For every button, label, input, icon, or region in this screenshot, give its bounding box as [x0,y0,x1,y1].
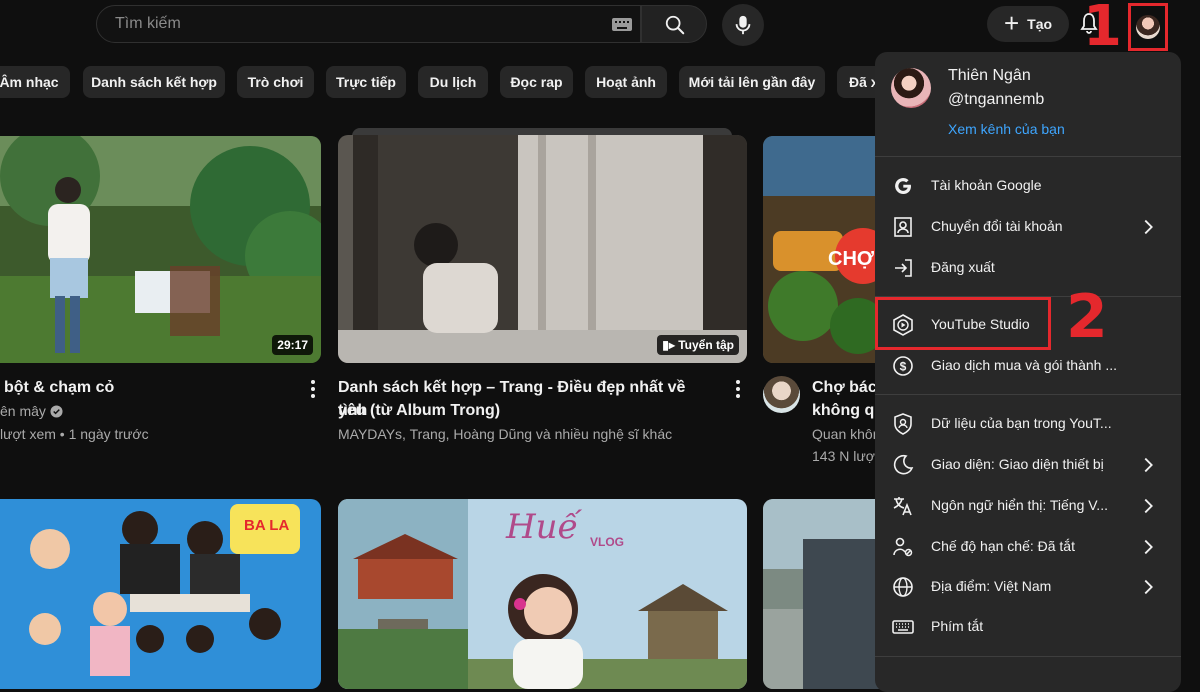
account-avatar-button[interactable] [1128,3,1168,51]
translate-icon [893,497,912,516]
menu-item-sign-out[interactable]: Đăng xuất [875,248,1181,288]
menu-item-label: Ngôn ngữ hiển thị: Tiếng V... [931,497,1108,513]
divider [875,156,1181,157]
playlist-thumbnail[interactable]: ▮▸ Tuyển tập [338,135,747,363]
account-name: Thiên Ngân [948,67,1031,84]
video-title-line2[interactable]: không qu [812,399,884,422]
verified-icon [50,405,63,418]
highlight-box [875,297,1051,350]
chip-music[interactable]: Âm nhạc [0,66,70,98]
chip-mix[interactable]: Danh sách kết hợp [83,66,225,98]
menu-item-shortcuts[interactable]: Phím tắt [875,607,1181,647]
menu-item-purchases[interactable]: $ Giao dịch mua và gói thành ... [875,346,1181,386]
avatar [1136,15,1160,39]
video-channel[interactable]: Quan khôn [812,424,881,444]
more-options-icon[interactable] [311,380,315,398]
dollar-icon: $ [893,356,913,376]
chip-live[interactable]: Trực tiếp [326,66,406,98]
video-artists: MAYDAYs, Trang, Hoàng Dũng và nhiều nghệ… [338,426,673,442]
video-thumbnail[interactable]: BA LA [0,499,321,689]
step-number-2: 2 [1066,282,1108,352]
menu-item-switch-account[interactable]: Chuyển đổi tài khoản [875,207,1181,247]
video-thumbnail[interactable]: Huế VLOG [338,499,747,689]
menu-avatar [891,68,931,108]
menu-item-label: Địa điểm: Việt Nam [931,578,1052,594]
microphone-icon [735,15,751,35]
account-menu: Thiên Ngân @tngannemb Xem kênh của bạn T… [875,52,1181,692]
video-title[interactable]: bột & chạm cỏ [4,376,294,399]
shield-person-icon [894,413,912,435]
switch-account-icon [894,217,912,237]
keyboard-icon [892,620,914,634]
sign-out-icon [895,259,912,277]
menu-item-location[interactable]: Địa điểm: Việt Nam [875,567,1181,607]
chip-travel[interactable]: Du lịch [418,66,488,98]
google-icon [895,178,911,195]
more-options-icon[interactable] [736,380,740,398]
menu-item-label: Đăng xuất [931,259,995,275]
thumbnail-subtitle-text: VLOG [590,535,625,549]
create-button[interactable]: + Tạo [987,6,1069,42]
keyboard-icon[interactable] [612,18,632,31]
view-channel-link[interactable]: Xem kênh của bạn [948,121,1065,137]
menu-item-label: Giao dịch mua và gói thành ... [931,357,1117,373]
menu-item-label: Chế độ hạn chế: Đã tắt [931,538,1075,554]
menu-item-appearance[interactable]: Giao diện: Giao diện thiết bị [875,445,1181,485]
video-stats: lượt xem • 1 ngày trước [0,426,149,442]
divider [875,394,1181,395]
thumbnail-text: CHỢ [828,248,874,270]
create-label: Tạo [1027,16,1053,32]
restricted-icon [893,537,913,557]
menu-item-label: Dữ liệu của bạn trong YouT... [931,415,1112,431]
chip-rap[interactable]: Đọc rap [500,66,573,98]
video-stats: 143 N lượt [812,448,879,464]
menu-item-label: Tài khoản Google [931,177,1042,193]
chevron-right-icon [1144,498,1153,514]
chip-recently-uploaded[interactable]: Mới tải lên gần đây [679,66,825,98]
garden-scene-image [0,136,321,363]
chip-animation[interactable]: Hoạt ảnh [585,66,667,98]
chip-games[interactable]: Trò chơi [237,66,314,98]
menu-item-google-account[interactable]: Tài khoản Google [875,166,1181,206]
chevron-right-icon [1144,219,1153,235]
menu-item-your-data[interactable]: Dữ liệu của bạn trong YouT... [875,404,1181,444]
menu-item-restricted-mode[interactable]: Chế độ hạn chế: Đã tắt [875,527,1181,567]
playlist-badge: ▮▸ Tuyển tập [657,335,739,355]
voice-search-button[interactable] [722,4,764,46]
menu-item-label: Giao diện: Giao diện thiết bị [931,456,1104,472]
video-title-line2[interactable]: yêu (từ Album Trong) [338,399,713,422]
window-scene-image [338,135,747,363]
video-thumbnail[interactable]: 29:17 [0,136,321,363]
chevron-right-icon [1144,539,1153,555]
thumbnail-title-text: Huế [506,507,579,547]
video-channel[interactable]: ên mây [0,401,63,421]
thumbnail-text: BA LA [244,517,290,534]
globe-icon [893,577,913,597]
search-button[interactable] [641,5,707,43]
chevron-right-icon [1144,579,1153,595]
divider [875,656,1181,657]
menu-item-language[interactable]: Ngôn ngữ hiển thị: Tiếng V... [875,486,1181,526]
moon-icon [893,454,914,475]
video-duration: 29:17 [272,335,313,355]
plus-icon: + [1003,7,1020,38]
channel-avatar[interactable] [763,376,800,413]
menu-item-label: Phím tắt [931,618,984,634]
svg-text:$: $ [900,360,907,374]
search-icon [665,15,685,35]
search-box[interactable]: Tìm kiếm [96,5,641,43]
search-input[interactable]: Tìm kiếm [115,15,181,33]
chevron-right-icon [1144,457,1153,473]
step-number-1: 1 [1083,0,1122,59]
account-handle: @tngannemb [948,91,1045,108]
menu-item-label: Chuyển đổi tài khoản [931,218,1063,234]
